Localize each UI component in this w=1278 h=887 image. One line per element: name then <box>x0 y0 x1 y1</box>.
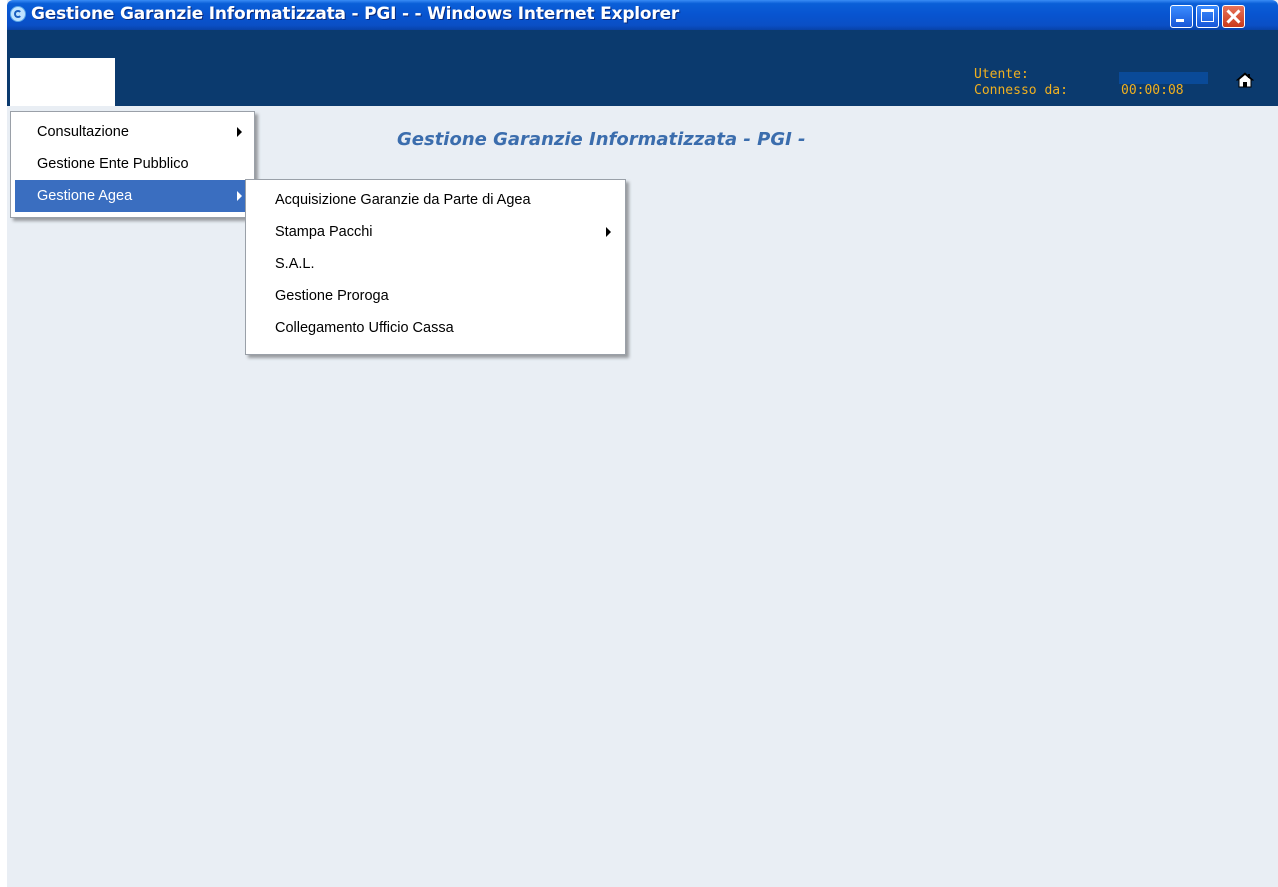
menu-item-label: Gestione Agea <box>37 188 133 204</box>
submenu-item-gestione-proroga[interactable]: Gestione Proroga <box>250 280 621 312</box>
submenu-item-label: Acquisizione Garanzie da Parte di Agea <box>275 192 531 208</box>
submenu-item-sal[interactable]: S.A.L. <box>250 248 621 280</box>
menu-item-gestione-ente-pubblico[interactable]: Gestione Ente Pubblico <box>15 148 250 180</box>
window-title: Gestione Garanzie Informatizzata - PGI -… <box>31 4 680 24</box>
maximize-button[interactable] <box>1196 5 1219 28</box>
submenu-gestione-agea: Acquisizione Garanzie da Parte di Agea S… <box>245 179 626 355</box>
submenu-arrow-icon <box>237 191 242 201</box>
submenu-item-acquisizione-garanzie[interactable]: Acquisizione Garanzie da Parte di Agea <box>250 184 621 216</box>
submenu-item-label: Collegamento Ufficio Cassa <box>275 320 454 336</box>
menu-item-label: Gestione Ente Pubblico <box>37 156 189 172</box>
connected-label: Connesso da: <box>974 83 1068 98</box>
submenu-arrow-icon <box>237 127 242 137</box>
submenu-item-collegamento-ufficio-cassa[interactable]: Collegamento Ufficio Cassa <box>250 312 621 344</box>
menu-item-label: Consultazione <box>37 124 129 140</box>
title-bar[interactable]: Gestione Garanzie Informatizzata - PGI -… <box>7 0 1278 30</box>
submenu-arrow-icon <box>606 227 611 237</box>
minimize-button[interactable] <box>1170 5 1193 28</box>
submenu-item-stampa-pacchi[interactable]: Stampa Pacchi <box>250 216 621 248</box>
close-button[interactable] <box>1222 5 1245 28</box>
user-label: Utente: <box>974 67 1029 82</box>
submenu-item-label: Stampa Pacchi <box>275 224 373 240</box>
logo-area <box>10 58 115 106</box>
connected-time: 00:00:08 <box>1121 83 1184 98</box>
page-title: Gestione Garanzie Informatizzata - PGI - <box>397 129 806 150</box>
main-menu: Consultazione Gestione Ente Pubblico Ges… <box>10 111 255 218</box>
app-header: Utente: Connesso da: 00:00:08 <box>7 30 1278 106</box>
internet-explorer-icon <box>10 6 26 22</box>
browser-window: Gestione Garanzie Informatizzata - PGI -… <box>7 0 1278 887</box>
submenu-item-label: S.A.L. <box>275 256 315 272</box>
home-icon[interactable] <box>1236 72 1254 88</box>
menu-item-gestione-agea[interactable]: Gestione Agea <box>15 180 250 212</box>
submenu-item-label: Gestione Proroga <box>275 288 389 304</box>
menu-item-consultazione[interactable]: Consultazione <box>15 116 250 148</box>
